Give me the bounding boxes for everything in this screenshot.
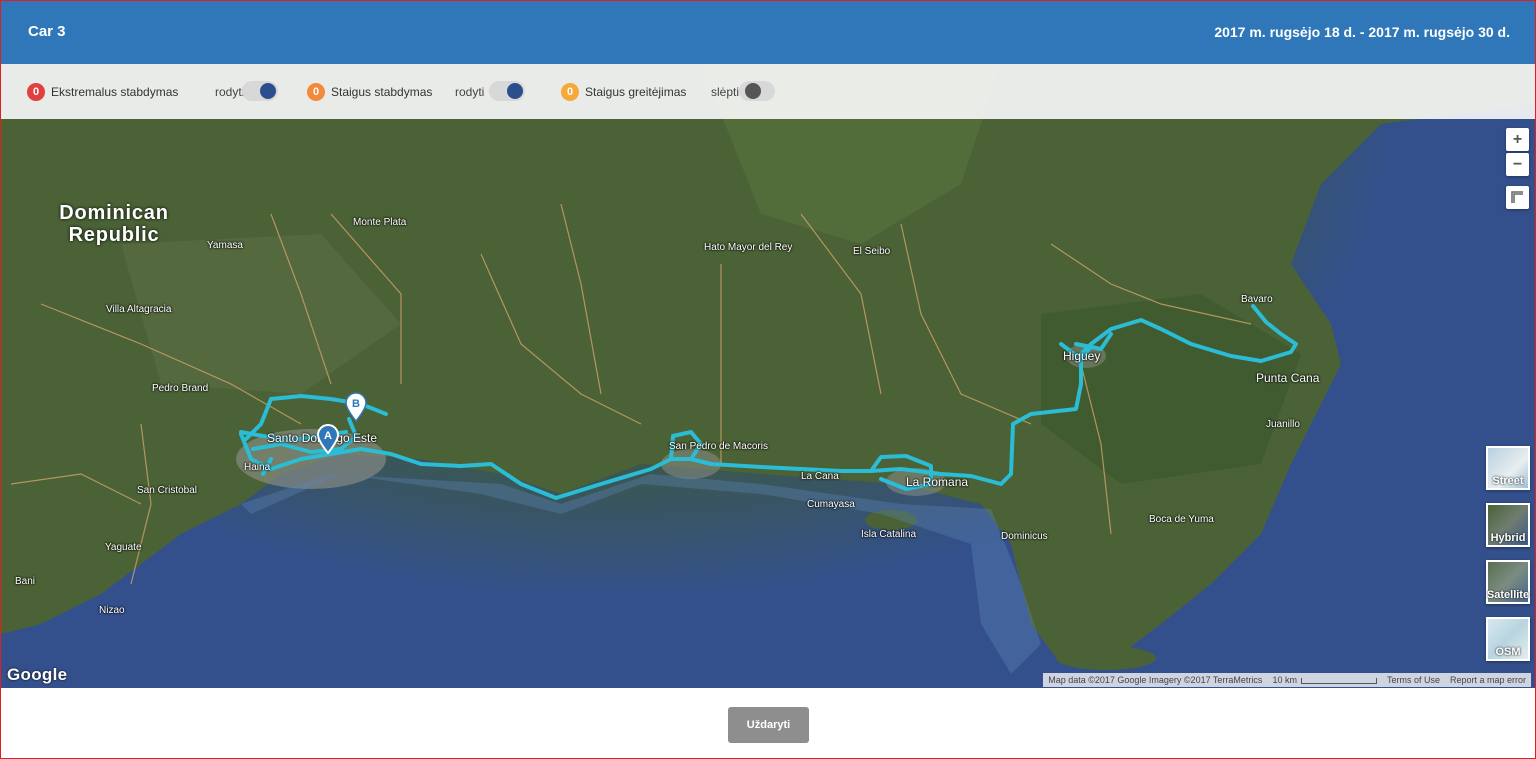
hard-acceleration-toggle-label: slėpti xyxy=(711,85,740,99)
scale-text: 10 km xyxy=(1267,675,1382,685)
extreme-braking-count: 0 xyxy=(27,83,45,101)
place-label: El Seibo xyxy=(853,246,891,257)
hard-braking-toggle[interactable] xyxy=(489,81,525,101)
place-label: Bani xyxy=(15,576,36,587)
end-marker-letter: B xyxy=(352,398,360,410)
fullscreen-icon xyxy=(1511,191,1523,203)
place-label: Cumayasa xyxy=(807,499,855,510)
report-error-link[interactable]: Report a map error xyxy=(1445,675,1531,685)
close-button[interactable]: Uždaryti xyxy=(728,707,809,743)
place-label: San Cristobal xyxy=(137,485,198,496)
hard-acceleration-count: 0 xyxy=(561,83,579,101)
hard-acceleration-label: Staigus greitėjimas xyxy=(585,85,687,99)
start-marker-letter: A xyxy=(324,430,332,442)
route-end-marker[interactable]: B xyxy=(345,392,367,427)
dialog-footer: Uždaryti xyxy=(1,688,1535,758)
place-label: Yamasa xyxy=(207,240,243,251)
google-logo: Google xyxy=(7,665,68,684)
country-label: Dominican Republic xyxy=(59,202,169,246)
place-label: Villa Altagracia xyxy=(106,304,172,315)
terms-link[interactable]: Terms of Use xyxy=(1382,675,1445,685)
hard-braking-label: Staigus stabdymas xyxy=(331,85,433,99)
dialog-header: Car 3 2017 m. rugsėjo 18 d. - 2017 m. ru… xyxy=(1,1,1535,64)
extreme-braking-label: Ekstremalus stabdymas xyxy=(51,85,179,99)
place-label: Haina xyxy=(244,462,271,473)
zoom-in-button[interactable]: + xyxy=(1506,128,1529,151)
map-type-osm[interactable]: OSM xyxy=(1486,617,1530,661)
place-label: Pedro Brand xyxy=(152,383,209,394)
fullscreen-button[interactable] xyxy=(1506,186,1529,209)
map-data-text: Map data ©2017 Google Imagery ©2017 Terr… xyxy=(1048,675,1263,685)
place-label: Yaguate xyxy=(105,542,142,553)
map-type-hybrid[interactable]: Hybrid xyxy=(1486,503,1530,547)
place-label: Dominicus xyxy=(1001,531,1048,542)
filter-hard-acceleration: 0 Staigus greitėjimas xyxy=(561,82,686,102)
map-attribution: Map data ©2017 Google Imagery ©2017 Terr… xyxy=(1043,673,1531,687)
route-start-marker[interactable]: A xyxy=(316,424,340,459)
event-filter-bar: 0 Ekstremalus stabdymas rodyti 0 Staigus… xyxy=(1,64,1535,119)
hard-braking-toggle-label: rodyti xyxy=(455,85,485,99)
hard-acceleration-toggle[interactable] xyxy=(739,81,775,101)
place-label: La Cana xyxy=(801,471,839,482)
filter-extreme-braking: 0 Ekstremalus stabdymas xyxy=(27,82,178,102)
place-label: Nizao xyxy=(99,605,125,616)
place-label: Juanillo xyxy=(1266,419,1300,430)
place-label: Bavaro xyxy=(1241,294,1273,305)
map-type-street[interactable]: Street xyxy=(1486,446,1530,490)
route-map[interactable]: Dominican Republic Santo Domingo Este Sa… xyxy=(1,64,1535,688)
extreme-braking-toggle-label: rodyti xyxy=(215,85,245,99)
date-range: 2017 m. rugsėjo 18 d. - 2017 m. rugsėjo … xyxy=(1214,24,1510,40)
place-label: Hato Mayor del Rey xyxy=(704,242,793,253)
place-label: Monte Plata xyxy=(353,217,407,228)
extreme-braking-toggle[interactable] xyxy=(242,81,278,101)
place-label: Higuey xyxy=(1063,349,1101,363)
place-label: Isla Catalina xyxy=(861,529,917,540)
place-label: San Pedro de Macoris xyxy=(669,441,768,452)
place-label: Punta Cana xyxy=(1256,371,1320,385)
place-label: Boca de Yuma xyxy=(1149,514,1214,525)
hard-braking-count: 0 xyxy=(307,83,325,101)
zoom-out-button[interactable]: − xyxy=(1506,153,1529,176)
place-label: La Romana xyxy=(906,475,969,489)
filter-hard-braking: 0 Staigus stabdymas xyxy=(307,82,432,102)
map-type-satellite[interactable]: Satellite xyxy=(1486,560,1530,604)
dialog-frame: Car 3 2017 m. rugsėjo 18 d. - 2017 m. ru… xyxy=(0,0,1536,759)
vehicle-title: Car 3 xyxy=(28,23,66,40)
